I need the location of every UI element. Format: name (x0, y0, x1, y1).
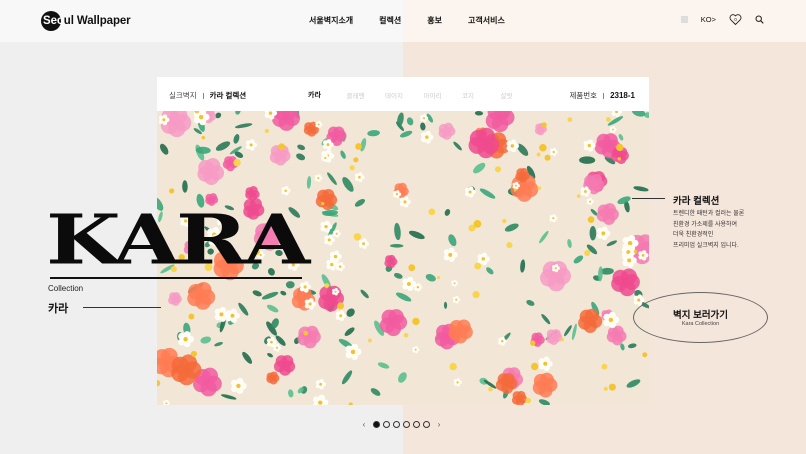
pager-dot[interactable] (403, 421, 410, 428)
product-number-label: 제품번호 (569, 91, 598, 100)
breadcrumb-parent[interactable]: 실크벽지 (169, 91, 197, 100)
pager-dot[interactable] (373, 421, 380, 428)
search-icon[interactable] (755, 15, 764, 24)
product-number-value: 2318-1 (610, 91, 635, 100)
tab-cozy[interactable]: 코지 (462, 90, 501, 100)
description-line: 프리미엄 실크벽지 입니다. (673, 242, 739, 249)
pager-dot[interactable] (393, 421, 400, 428)
description-line: 친환경 가소제를 사용하여 (673, 221, 738, 228)
tab-iri[interactable]: 아이리 (424, 90, 463, 100)
wishlist-heart-icon[interactable]: 0 (729, 13, 742, 26)
description-line: 트렌디한 패턴과 컬러는 물론 (673, 211, 745, 217)
pager-dot[interactable] (413, 421, 420, 428)
tab-kara[interactable]: 카라 (308, 90, 347, 100)
view-wallpaper-button[interactable]: 벽지 보러가기 Kara Collection (633, 292, 768, 343)
breadcrumb-divider (202, 93, 204, 100)
breadcrumb-current: 카라 컬렉션 (209, 91, 247, 100)
logo-text: Seoul Wallpaper (43, 15, 131, 27)
product-number: 제품번호 2318-1 (569, 90, 635, 101)
next-arrow-icon[interactable]: › (433, 420, 445, 429)
pager-dot[interactable] (383, 421, 390, 428)
site-header: Seoul Wallpaper 서울벽지소개 컬렉션 홍보 고객서비스 KO> … (0, 0, 806, 42)
product-card-header: 실크벽지 카라 컬렉션 카라 클레멘 데이지 아이리 코지 샬럿 제품번호 2318… (157, 77, 649, 111)
site-logo[interactable]: Seoul Wallpaper (41, 11, 131, 31)
wishlist-count: 0 (734, 17, 737, 22)
pager-dot[interactable] (423, 421, 430, 428)
collection-name-ko: 카라 (48, 303, 69, 315)
language-selector[interactable]: KO> (701, 15, 716, 24)
nav-item-customer-service[interactable]: 고객서비스 (468, 15, 505, 26)
title-underline (50, 277, 302, 279)
tab-daisy[interactable]: 데이지 (385, 90, 424, 100)
utility-menu: KO> 0 (680, 13, 764, 26)
product-number-divider (603, 93, 605, 100)
nav-item-about[interactable]: 서울벽지소개 (309, 15, 353, 26)
main-nav: 서울벽지소개 컬렉션 홍보 고객서비스 (309, 15, 505, 26)
view-wallpaper-sublabel: Kara Collection (681, 321, 720, 327)
menu-square-icon[interactable] (680, 16, 688, 23)
carousel-pager: ‹ › (358, 420, 445, 429)
nav-item-pr[interactable]: 홍보 (427, 15, 442, 26)
name-leader-line (83, 307, 161, 308)
collection-subtitle: Collection (48, 284, 84, 293)
description-leader-line (632, 198, 665, 199)
tab-charlotte[interactable]: 샬럿 (501, 90, 540, 100)
nav-item-collection[interactable]: 컬렉션 (379, 15, 401, 26)
tab-clemen[interactable]: 클레멘 (347, 90, 386, 100)
description-body: 트렌디한 패턴과 컬러는 물론 친환경 가소제를 사용하여 더욱 친환경적인 프… (673, 209, 773, 251)
description-title: 카라 컬렉션 (673, 196, 720, 207)
breadcrumb: 실크벽지 카라 컬렉션 (169, 90, 246, 101)
prev-arrow-icon[interactable]: ‹ (358, 420, 370, 429)
collection-title: KARA (46, 199, 310, 281)
collection-tabs: 카라 클레멘 데이지 아이리 코지 샬럿 (308, 90, 539, 100)
view-wallpaper-label: 벽지 보러가기 (672, 310, 729, 321)
description-line: 더욱 친환경적인 (673, 232, 714, 238)
